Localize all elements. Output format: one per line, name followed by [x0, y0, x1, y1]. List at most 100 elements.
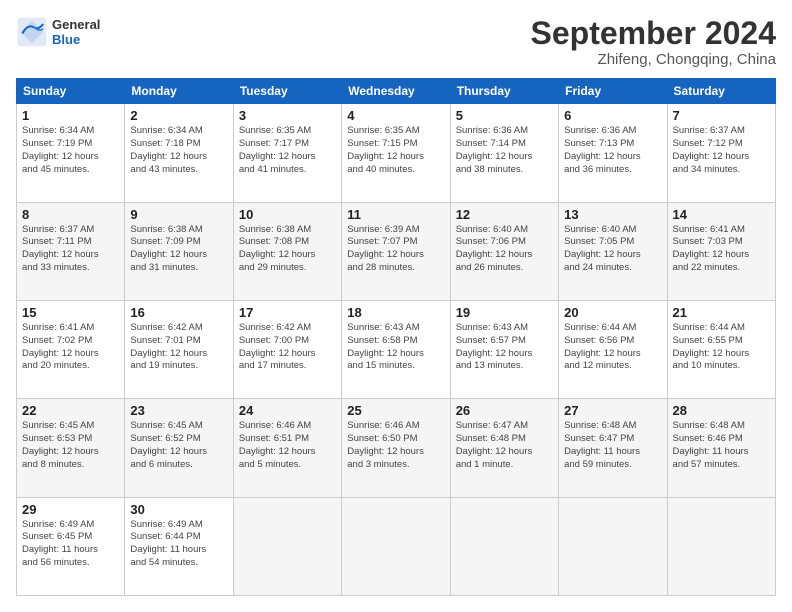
- day-info: Sunrise: 6:41 AMSunset: 7:03 PMDaylight:…: [673, 224, 770, 275]
- day-number: 21: [673, 305, 770, 320]
- day-number: 30: [130, 502, 227, 517]
- day-info: Sunrise: 6:38 AMSunset: 7:09 PMDaylight:…: [130, 224, 227, 275]
- day-info: Sunrise: 6:46 AMSunset: 6:51 PMDaylight:…: [239, 420, 336, 471]
- calendar-header-row: SundayMondayTuesdayWednesdayThursdayFrid…: [17, 79, 776, 104]
- calendar-week-1: 1 Sunrise: 6:34 AMSunset: 7:19 PMDaylight…: [17, 104, 776, 202]
- day-info: Sunrise: 6:42 AMSunset: 7:01 PMDaylight:…: [130, 322, 227, 373]
- calendar-day-3: 3Sunrise: 6:35 AMSunset: 7:17 PMDaylight…: [233, 104, 341, 202]
- day-number: 15: [22, 305, 119, 320]
- day-number: 10: [239, 207, 336, 222]
- day-number: 16: [130, 305, 227, 320]
- day-number: 24: [239, 403, 336, 418]
- day-info: Sunrise: 6:36 AMSunset: 7:14 PMDaylight:…: [456, 125, 553, 176]
- title-area: September 2024 Zhifeng, Chongqing, China: [531, 16, 776, 68]
- calendar-day-25: 25 Sunrise: 6:46 AMSunset: 6:50 PMDayligh…: [342, 399, 450, 497]
- day-info: Sunrise: 6:48 AMSunset: 6:46 PMDaylight:…: [673, 420, 770, 471]
- day-info: Sunrise: 6:43 AMSunset: 6:58 PMDaylight:…: [347, 322, 444, 373]
- day-number: 14: [673, 207, 770, 222]
- calendar-day-28: 28 Sunrise: 6:48 AMSunset: 6:46 PMDayligh…: [667, 399, 775, 497]
- day-info: Sunrise: 6:45 AMSunset: 6:53 PMDaylight:…: [22, 420, 119, 471]
- calendar-day-24: 24 Sunrise: 6:46 AMSunset: 6:51 PMDayligh…: [233, 399, 341, 497]
- day-info: Sunrise: 6:44 AMSunset: 6:55 PMDaylight:…: [673, 322, 770, 373]
- calendar-header-friday: Friday: [559, 79, 667, 104]
- day-number: 1: [22, 108, 119, 123]
- day-number: 12: [456, 207, 553, 222]
- calendar-day-7: 7Sunrise: 6:37 AMSunset: 7:12 PMDaylight…: [667, 104, 775, 202]
- subtitle: Zhifeng, Chongqing, China: [531, 51, 776, 68]
- calendar-day-21: 21 Sunrise: 6:44 AMSunset: 6:55 PMDayligh…: [667, 300, 775, 398]
- day-number: 20: [564, 305, 661, 320]
- calendar-week-5: 29Sunrise: 6:49 AMSunset: 6:45 PMDayligh…: [17, 497, 776, 595]
- day-info: Sunrise: 6:43 AMSunset: 6:57 PMDaylight:…: [456, 322, 553, 373]
- logo: General Blue: [16, 16, 100, 48]
- calendar-day-19: 19 Sunrise: 6:43 AMSunset: 6:57 PMDayligh…: [450, 300, 558, 398]
- day-info: Sunrise: 6:46 AMSunset: 6:50 PMDaylight:…: [347, 420, 444, 471]
- calendar-empty: [667, 497, 775, 595]
- calendar-day-27: 27Sunrise: 6:48 AMSunset: 6:47 PMDayligh…: [559, 399, 667, 497]
- day-info: Sunrise: 6:41 AMSunset: 7:02 PMDaylight:…: [22, 322, 119, 373]
- day-info: Sunrise: 6:35 AMSunset: 7:15 PMDaylight:…: [347, 125, 444, 176]
- calendar-day-29: 29Sunrise: 6:49 AMSunset: 6:45 PMDayligh…: [17, 497, 125, 595]
- calendar-day-20: 20 Sunrise: 6:44 AMSunset: 6:56 PMDayligh…: [559, 300, 667, 398]
- day-number: 7: [673, 108, 770, 123]
- day-info: Sunrise: 6:37 AMSunset: 7:11 PMDaylight:…: [22, 224, 119, 275]
- day-info: Sunrise: 6:35 AMSunset: 7:17 PMDaylight:…: [239, 125, 336, 176]
- calendar-day-23: 23Sunrise: 6:45 AMSunset: 6:52 PMDayligh…: [125, 399, 233, 497]
- calendar-day-5: 5Sunrise: 6:36 AMSunset: 7:14 PMDaylight…: [450, 104, 558, 202]
- calendar-day-17: 17Sunrise: 6:42 AMSunset: 7:00 PMDayligh…: [233, 300, 341, 398]
- day-number: 11: [347, 207, 444, 222]
- day-number: 29: [22, 502, 119, 517]
- calendar-day-4: 4 Sunrise: 6:35 AMSunset: 7:15 PMDaylight…: [342, 104, 450, 202]
- day-number: 8: [22, 207, 119, 222]
- calendar-table: SundayMondayTuesdayWednesdayThursdayFrid…: [16, 78, 776, 596]
- calendar-day-1: 1 Sunrise: 6:34 AMSunset: 7:19 PMDaylight…: [17, 104, 125, 202]
- logo-icon: [16, 16, 48, 48]
- calendar-header-thursday: Thursday: [450, 79, 558, 104]
- day-number: 22: [22, 403, 119, 418]
- day-info: Sunrise: 6:47 AMSunset: 6:48 PMDaylight:…: [456, 420, 553, 471]
- day-info: Sunrise: 6:34 AMSunset: 7:19 PMDaylight:…: [22, 125, 119, 176]
- logo-text: General Blue: [52, 17, 100, 47]
- calendar-day-15: 15 Sunrise: 6:41 AMSunset: 7:02 PMDayligh…: [17, 300, 125, 398]
- calendar-header-saturday: Saturday: [667, 79, 775, 104]
- calendar-day-8: 8 Sunrise: 6:37 AMSunset: 7:11 PMDaylight…: [17, 202, 125, 300]
- day-info: Sunrise: 6:40 AMSunset: 7:05 PMDaylight:…: [564, 224, 661, 275]
- calendar-day-12: 12 Sunrise: 6:40 AMSunset: 7:06 PMDayligh…: [450, 202, 558, 300]
- calendar-week-2: 8 Sunrise: 6:37 AMSunset: 7:11 PMDaylight…: [17, 202, 776, 300]
- day-number: 13: [564, 207, 661, 222]
- calendar-week-4: 22 Sunrise: 6:45 AMSunset: 6:53 PMDayligh…: [17, 399, 776, 497]
- calendar-empty: [450, 497, 558, 595]
- calendar-day-13: 13 Sunrise: 6:40 AMSunset: 7:05 PMDayligh…: [559, 202, 667, 300]
- day-number: 9: [130, 207, 227, 222]
- day-number: 19: [456, 305, 553, 320]
- day-info: Sunrise: 6:39 AMSunset: 7:07 PMDaylight:…: [347, 224, 444, 275]
- day-info: Sunrise: 6:38 AMSunset: 7:08 PMDaylight:…: [239, 224, 336, 275]
- header: General Blue September 2024 Zhifeng, Cho…: [16, 16, 776, 68]
- day-number: 28: [673, 403, 770, 418]
- month-title: September 2024: [531, 16, 776, 51]
- day-info: Sunrise: 6:44 AMSunset: 6:56 PMDaylight:…: [564, 322, 661, 373]
- calendar-day-2: 2 Sunrise: 6:34 AMSunset: 7:18 PMDaylight…: [125, 104, 233, 202]
- day-number: 26: [456, 403, 553, 418]
- calendar-header-wednesday: Wednesday: [342, 79, 450, 104]
- day-number: 2: [130, 108, 227, 123]
- day-info: Sunrise: 6:40 AMSunset: 7:06 PMDaylight:…: [456, 224, 553, 275]
- day-number: 6: [564, 108, 661, 123]
- day-number: 25: [347, 403, 444, 418]
- day-info: Sunrise: 6:45 AMSunset: 6:52 PMDaylight:…: [130, 420, 227, 471]
- calendar-header-sunday: Sunday: [17, 79, 125, 104]
- calendar-day-14: 14 Sunrise: 6:41 AMSunset: 7:03 PMDayligh…: [667, 202, 775, 300]
- calendar-day-10: 10 Sunrise: 6:38 AMSunset: 7:08 PMDayligh…: [233, 202, 341, 300]
- calendar-day-11: 11 Sunrise: 6:39 AMSunset: 7:07 PMDayligh…: [342, 202, 450, 300]
- calendar-empty: [559, 497, 667, 595]
- day-info: Sunrise: 6:34 AMSunset: 7:18 PMDaylight:…: [130, 125, 227, 176]
- calendar-empty: [233, 497, 341, 595]
- page: General Blue September 2024 Zhifeng, Cho…: [0, 0, 792, 612]
- calendar-day-22: 22 Sunrise: 6:45 AMSunset: 6:53 PMDayligh…: [17, 399, 125, 497]
- day-info: Sunrise: 6:48 AMSunset: 6:47 PMDaylight:…: [564, 420, 661, 471]
- calendar-day-26: 26 Sunrise: 6:47 AMSunset: 6:48 PMDayligh…: [450, 399, 558, 497]
- calendar-day-6: 6 Sunrise: 6:36 AMSunset: 7:13 PMDaylight…: [559, 104, 667, 202]
- day-info: Sunrise: 6:36 AMSunset: 7:13 PMDaylight:…: [564, 125, 661, 176]
- day-number: 4: [347, 108, 444, 123]
- calendar-day-30: 30Sunrise: 6:49 AMSunset: 6:44 PMDayligh…: [125, 497, 233, 595]
